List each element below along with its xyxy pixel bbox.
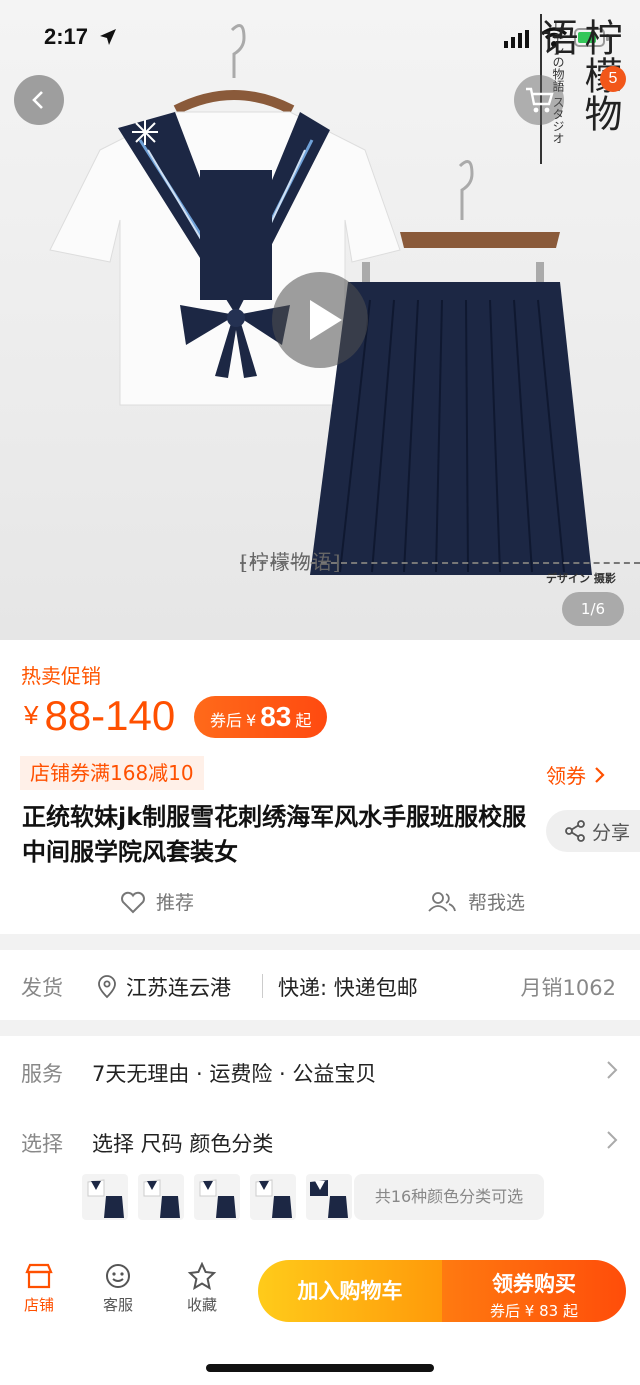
chat-smile-icon	[106, 1264, 130, 1288]
product-title: 正统软妹jk制服雪花刺绣海军风水手服班服校服中间服学院风套装女	[22, 803, 527, 866]
home-indicator[interactable]	[206, 1364, 434, 1372]
watermark-studio: デザイン 摄影	[546, 572, 616, 585]
location-text: 江苏连云港	[126, 976, 231, 1000]
customer-service-tab[interactable]: 客服	[88, 1262, 148, 1315]
product-image-carousel[interactable]: 2:17 レモンの物語 スタジオ 柠檬物语 5 [柠檬物语] デザイン 摄影 1…	[0, 0, 640, 640]
chevron-right-icon	[607, 1131, 618, 1149]
shipping-divider	[262, 974, 263, 998]
status-time: 2:17	[44, 24, 89, 49]
shipping-location: 江苏连云港	[96, 972, 231, 1002]
buy-with-coupon-button[interactable]: 领券购买 券后 ¥ 83 起	[442, 1260, 626, 1322]
promo-label: 热卖促销	[21, 664, 101, 688]
store-tab[interactable]: 店铺	[9, 1262, 69, 1315]
price-currency: ¥	[24, 700, 39, 730]
variant-thumbnail[interactable]	[194, 1174, 240, 1220]
select-label: 选择	[21, 1132, 63, 1156]
heart-icon	[121, 891, 145, 913]
location-pin-icon	[98, 975, 116, 999]
variant-thumbnail[interactable]	[250, 1174, 296, 1220]
location-arrow-icon	[100, 29, 116, 45]
product-actions: 推荐 帮我选	[0, 880, 640, 920]
cart-button[interactable]	[514, 75, 564, 125]
help-pick-label: 帮我选	[468, 892, 526, 914]
store-icon	[25, 1263, 53, 1289]
variant-thumbnails	[82, 1174, 352, 1220]
star-icon	[187, 1262, 217, 1290]
variant-thumbnail[interactable]	[306, 1174, 352, 1220]
monthly-sales: 月销1062	[520, 976, 616, 1000]
shopping-cart-icon	[526, 87, 554, 113]
add-to-cart-button[interactable]: 加入购物车	[258, 1260, 442, 1322]
get-coupon-label: 领券	[546, 764, 586, 788]
play-icon	[310, 300, 342, 340]
cellular-signal-icon	[504, 30, 529, 48]
people-icon	[428, 891, 456, 912]
shipping-label: 发货	[21, 976, 63, 1000]
share-icon	[565, 820, 585, 842]
back-button[interactable]	[14, 75, 64, 125]
price-value: 88-140	[44, 692, 176, 739]
share-button[interactable]: 分享	[546, 810, 640, 852]
variant-thumbnail[interactable]	[138, 1174, 184, 1220]
chevron-left-icon	[32, 91, 43, 109]
select-text: 选择 尺码 颜色分类	[92, 1132, 274, 1156]
get-coupon-link[interactable]: 领券	[546, 760, 606, 789]
play-video-button[interactable]	[272, 272, 368, 368]
service-label: 服务	[21, 1062, 63, 1086]
share-label: 分享	[592, 821, 631, 844]
coupon-value: 83	[260, 701, 292, 732]
recommend-button[interactable]: 推荐	[120, 888, 194, 915]
after-coupon-price: 券后 ¥ 83 起	[194, 696, 328, 738]
shipping-row: 发货 江苏连云港 快递: 快递包邮 月销1062	[0, 950, 640, 1020]
service-label: 客服	[102, 1296, 133, 1314]
cart-count-badge: 5	[600, 66, 626, 92]
options-card: 服务 7天无理由 · 运费险 · 公益宝贝 选择 选择 尺码 颜色分类 共16种…	[0, 1036, 640, 1246]
price-card: 热卖促销 ¥88-140 券后 ¥ 83 起 店铺券满168减10 领券 正统软…	[0, 640, 640, 934]
buy-label: 领券购买	[492, 1272, 576, 1296]
store-coupon-tag[interactable]: 店铺券满168减10	[20, 756, 204, 790]
variant-thumbnail[interactable]	[82, 1174, 128, 1220]
store-label: 店铺	[23, 1296, 54, 1314]
coupon-currency: ¥	[246, 711, 257, 730]
chevron-right-icon	[595, 766, 605, 783]
coupon-suffix: 起	[295, 711, 312, 730]
favorite-label: 收藏	[186, 1296, 217, 1314]
favorite-tab[interactable]: 收藏	[172, 1262, 232, 1315]
service-text: 7天无理由 · 运费险 · 公益宝贝	[92, 1062, 377, 1086]
help-pick-button[interactable]: 帮我选	[428, 888, 525, 915]
watermark-bottom: [柠檬物语]	[240, 550, 342, 574]
buy-sub-label: 券后 ¥ 83 起	[490, 1302, 578, 1320]
recommend-label: 推荐	[156, 892, 195, 914]
image-counter: 1/6	[562, 592, 624, 626]
price-range: ¥88-140	[24, 692, 175, 740]
coupon-prefix: 券后	[210, 711, 243, 730]
chevron-right-icon	[607, 1061, 618, 1079]
variants-count-pill[interactable]: 共16种颜色分类可选	[354, 1174, 544, 1220]
express-text: 快递: 快递包邮	[278, 976, 418, 1000]
